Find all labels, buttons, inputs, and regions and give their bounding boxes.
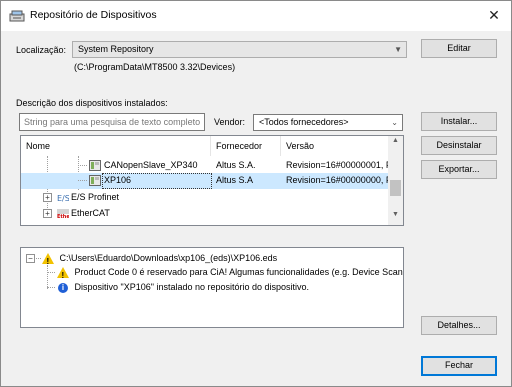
table-row[interactable]: + E/S E/S Profinet — [21, 190, 390, 205]
tree-guide-line — [78, 180, 87, 181]
table-row[interactable]: CANopenSlave_XP340 Altus S.A. Revision=1… — [21, 158, 390, 173]
device-version: Revision=16#00000001, F — [286, 160, 390, 170]
installed-devices-label: Descrição dos dispositivos instalados: — [16, 98, 168, 108]
device-tree[interactable]: Nome Fornecedor Versão CANopenSlave_XP34… — [20, 135, 404, 226]
device-vendor: Altus S.A — [216, 175, 254, 185]
window-title: Repositório de Dispositivos — [30, 9, 157, 21]
info-icon: i — [58, 282, 68, 293]
scroll-up-icon[interactable]: ▲ — [388, 137, 403, 149]
tree-guide-line — [78, 165, 87, 166]
export-button[interactable]: Exportar... — [421, 160, 497, 179]
ethercat-icon: EtherCAT — [57, 209, 69, 219]
svg-text:EtherCAT: EtherCAT — [57, 214, 69, 219]
vendor-select[interactable]: <Todos fornecedores> ⌄ — [253, 114, 403, 131]
scroll-thumb[interactable] — [390, 180, 401, 196]
device-name: XP106 — [104, 175, 132, 185]
tree-guide-line — [36, 258, 41, 259]
vendor-label: Vendor: — [214, 117, 246, 127]
device-icon — [89, 175, 101, 186]
tree-guide-line — [47, 272, 55, 273]
device-repository-dialog: Repositório de Dispositivos ✕ Localizaçã… — [0, 0, 512, 387]
svg-text:E/S: E/S — [57, 194, 69, 203]
device-version: Revision=16#00000000, F — [286, 175, 390, 185]
warning-icon — [42, 253, 54, 269]
chevron-down-icon: ⌄ — [391, 118, 398, 127]
category-name: EtherCAT — [71, 208, 110, 218]
tree-scrollbar[interactable]: ▲ ▼ — [388, 136, 403, 225]
log-info-line: i Dispositivo "XP106" instalado no repos… — [58, 280, 309, 294]
vendor-select-value: <Todos fornecedores> — [259, 117, 349, 127]
install-button[interactable]: Instalar... — [421, 112, 497, 131]
tree-guide-line — [47, 287, 55, 288]
log-file-line: C:\Users\Eduardo\Downloads\xp106_(eds)\X… — [42, 251, 278, 269]
close-icon[interactable]: ✕ — [483, 5, 505, 25]
expand-plus-icon[interactable]: + — [43, 209, 52, 218]
log-warning-text: Product Code 0 é reservado para CiA! Alg… — [74, 267, 404, 277]
location-select[interactable]: System Repository ▼ — [72, 41, 407, 58]
table-row[interactable]: + EtherCAT EtherCAT — [21, 206, 390, 221]
expand-plus-icon[interactable]: + — [43, 193, 52, 202]
location-label: Localização: — [16, 45, 67, 55]
search-input[interactable]: String para uma pesquisa de texto comple… — [19, 113, 205, 131]
column-header-version[interactable]: Versão — [281, 136, 391, 156]
device-vendor: Altus S.A. — [216, 160, 256, 170]
close-button[interactable]: Fechar — [421, 356, 497, 376]
collapse-minus-icon[interactable]: − — [26, 254, 35, 263]
install-log: − C:\Users\Eduardo\Downloads\xp106_(eds)… — [20, 247, 404, 328]
edit-button[interactable]: Editar — [421, 39, 497, 58]
warning-icon — [57, 267, 69, 283]
io-profinet-icon: E/S — [57, 194, 69, 203]
table-row-selected[interactable]: XP106 Altus S.A Revision=16#00000000, F — [21, 173, 390, 189]
log-warning-line: Product Code 0 é reservado para CiA! Alg… — [57, 265, 404, 283]
column-header-vendor[interactable]: Fornecedor — [211, 136, 281, 156]
chevron-down-icon: ▼ — [394, 45, 402, 54]
device-icon — [89, 160, 101, 171]
log-file-path: C:\Users\Eduardo\Downloads\xp106_(eds)\X… — [59, 253, 278, 263]
uninstall-button[interactable]: Desinstalar — [421, 136, 497, 155]
search-input-placeholder: String para uma pesquisa de texto comple… — [24, 117, 201, 127]
category-name: E/S Profinet — [71, 192, 120, 202]
scroll-down-icon[interactable]: ▼ — [388, 211, 403, 223]
location-path: (C:\ProgramData\MT8500 3.32\Devices) — [74, 62, 236, 72]
device-repository-icon — [9, 10, 25, 22]
column-header-name[interactable]: Nome — [21, 136, 211, 156]
log-info-text: Dispositivo "XP106" instalado no reposit… — [74, 282, 310, 292]
title-bar: Repositório de Dispositivos ✕ — [1, 1, 511, 31]
device-name: CANopenSlave_XP340 — [104, 160, 198, 170]
location-select-value: System Repository — [78, 44, 154, 54]
details-button[interactable]: Detalhes... — [421, 316, 497, 335]
